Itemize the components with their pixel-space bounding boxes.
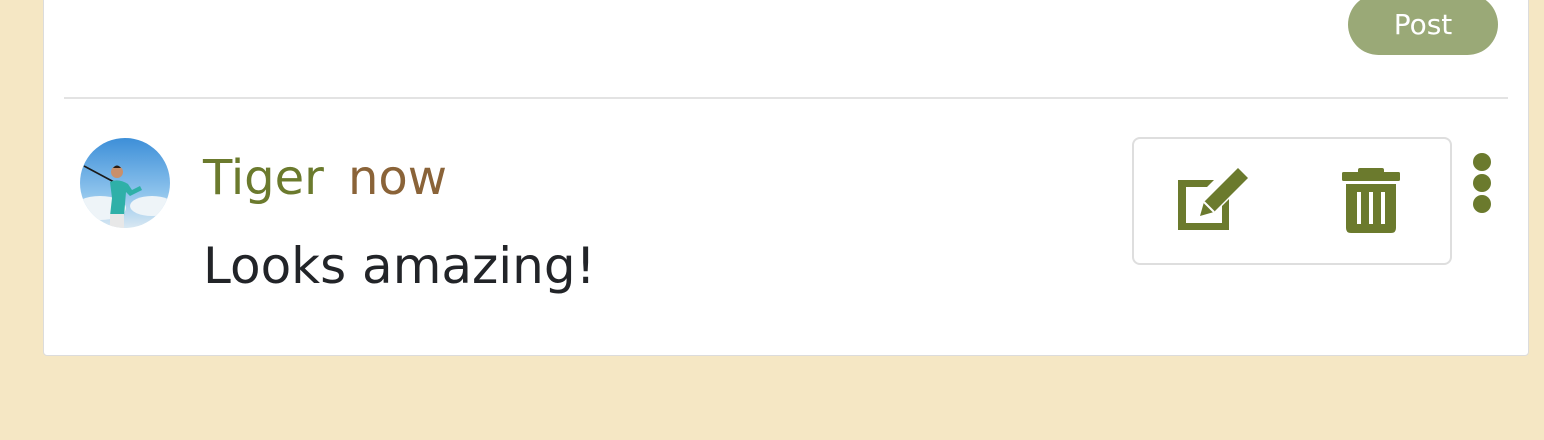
edit-icon — [1178, 168, 1248, 230]
trash-icon — [1342, 168, 1400, 233]
comment-text: Looks amazing! — [203, 237, 596, 295]
more-vertical-icon — [1473, 153, 1491, 213]
edit-button[interactable] — [1170, 166, 1252, 236]
comment-author[interactable]: Tiger — [203, 148, 324, 208]
more-options-button[interactable] — [1466, 150, 1498, 218]
avatar-image — [80, 138, 170, 228]
divider — [64, 97, 1508, 99]
avatar[interactable] — [80, 138, 170, 228]
delete-button[interactable] — [1338, 166, 1404, 236]
post-button[interactable]: Post — [1348, 0, 1498, 55]
comment-timestamp: now — [348, 150, 448, 206]
